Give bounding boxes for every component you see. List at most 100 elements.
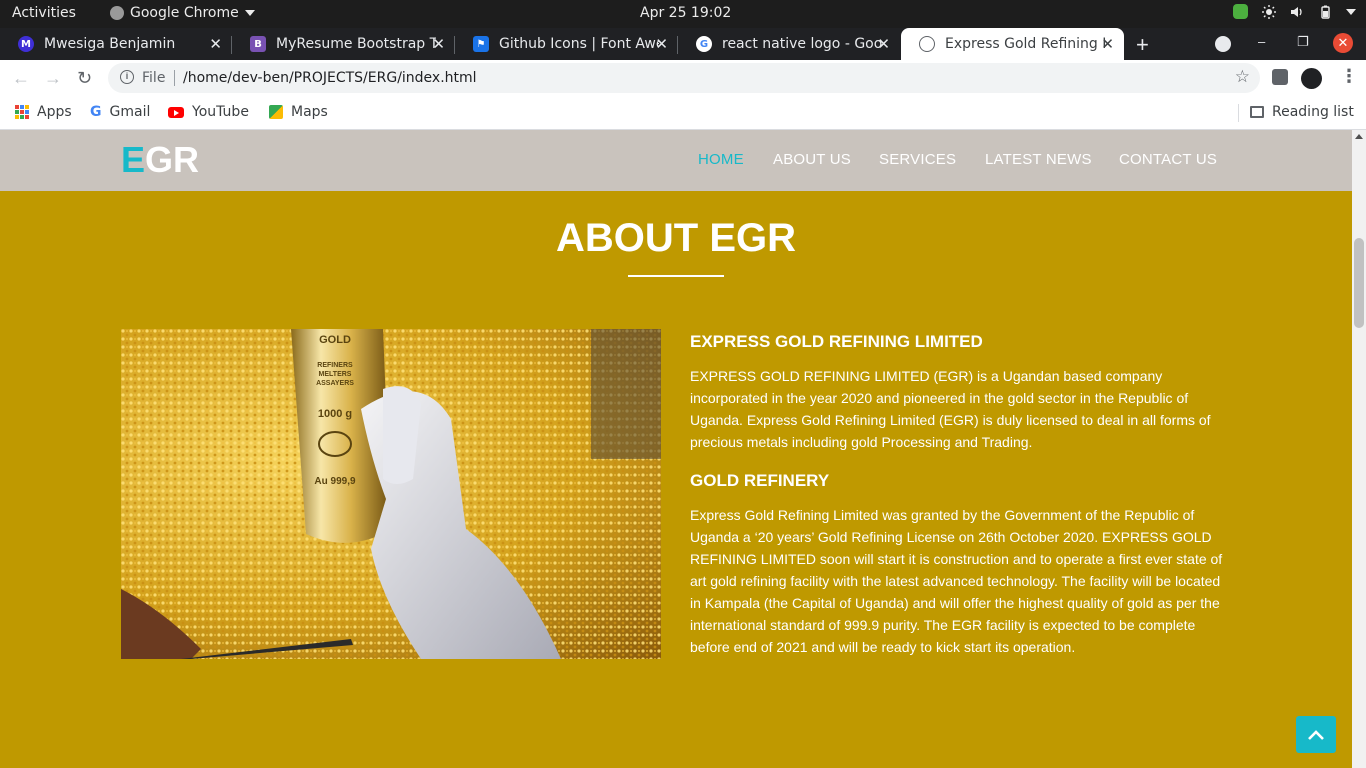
google-icon: G [696, 36, 712, 52]
bar-stamp-text: ASSAYERS [316, 380, 354, 387]
url-text[interactable]: /home/dev-ben/PROJECTS/ERG/index.html [183, 70, 477, 86]
close-icon[interactable]: ✕ [209, 35, 222, 53]
app-menu-label: Google Chrome [130, 5, 239, 21]
tab-title: Github Icons | Font Awe [499, 36, 659, 52]
nav-about-us[interactable]: ABOUT US [773, 151, 851, 168]
app-menu[interactable]: Google Chrome [110, 5, 255, 21]
nav-latest-news[interactable]: LATEST NEWS [985, 151, 1092, 168]
maps-icon [269, 105, 283, 119]
brightness-icon [1262, 4, 1276, 19]
paragraph-line: incorporated in the year 2020 and pionee… [690, 390, 1189, 406]
gold-bar-illustration: GOLD REFINERS MELTERS ASSAYERS 1000 g Au… [121, 329, 661, 659]
tab-express-gold-refining[interactable]: Express Gold Refining L ✕ [901, 28, 1124, 60]
site-navbar: EGR HOME ABOUT US SERVICES LATEST NEWS C… [0, 130, 1352, 191]
activities-button[interactable]: Activities [12, 5, 76, 21]
system-tray[interactable] [1233, 4, 1356, 19]
globe-icon [919, 36, 935, 52]
title-underline [628, 275, 724, 277]
google-icon: G [90, 104, 102, 120]
tab-title: Express Gold Refining L [945, 36, 1105, 52]
bar-stamp-text: Au 999,9 [314, 476, 356, 487]
system-top-bar: Activities Google Chrome Apr 25 19:02 [0, 0, 1366, 28]
tab-title: MyResume Bootstrap T [276, 36, 436, 52]
bookmark-label: Maps [291, 104, 328, 120]
reload-icon[interactable]: ↻ [77, 68, 92, 89]
site-logo[interactable]: EGR [121, 139, 199, 181]
window-close-button[interactable]: ✕ [1333, 33, 1353, 53]
bookmark-star-icon[interactable]: ☆ [1235, 67, 1250, 87]
bookmark-label: Gmail [109, 104, 151, 120]
bootstrap-icon: B [250, 36, 266, 52]
close-icon[interactable]: ✕ [1101, 35, 1114, 53]
page-scrollbar[interactable] [1352, 130, 1366, 768]
back-to-top-button[interactable] [1296, 716, 1336, 753]
close-icon[interactable]: ✕ [877, 35, 890, 53]
paragraph-line: before end of 2021 and will be ready to … [690, 639, 1076, 655]
scheme-label: File [142, 70, 166, 86]
reading-list-label: Reading list [1272, 104, 1354, 120]
bar-stamp-text: GOLD [319, 334, 351, 346]
close-icon[interactable]: ✕ [655, 35, 668, 53]
nav-home[interactable]: HOME [698, 151, 744, 168]
paragraph-line: precious metals including gold Processin… [690, 434, 1033, 450]
address-bar[interactable]: i File /home/dev-ben/PROJECTS/ERG/index.… [108, 63, 1260, 93]
tab-mwesiga-benjamin[interactable]: M Mwesiga Benjamin ✕ [0, 28, 232, 60]
bookmark-label: Apps [37, 104, 72, 120]
gold-bar-photo: GOLD REFINERS MELTERS ASSAYERS 1000 g Au… [121, 329, 661, 659]
info-icon[interactable]: i [120, 70, 134, 84]
restore-icon[interactable]: ❐ [1297, 34, 1309, 50]
nav-contact-us[interactable]: CONTACT US [1119, 151, 1217, 168]
chevron-up-icon [1308, 729, 1324, 740]
logo-letter-e: E [121, 139, 146, 180]
bookmark-apps[interactable]: Apps [15, 104, 72, 120]
youtube-icon [168, 106, 184, 118]
nav-services[interactable]: SERVICES [879, 151, 956, 168]
browser-toolbar: ← → ↻ i File /home/dev-ben/PROJECTS/ERG/… [0, 60, 1366, 96]
reading-list-button[interactable]: Reading list [1250, 104, 1354, 120]
bar-stamp-text: 1000 g [318, 408, 352, 420]
logo-letters-gr: GR [145, 139, 200, 180]
volume-icon [1291, 6, 1302, 17]
paragraph-line: Express Gold Refining Limited was grante… [690, 507, 1195, 523]
bookmark-gmail[interactable]: G Gmail [90, 104, 150, 120]
bar-stamp-text: REFINERS [317, 362, 353, 369]
extensions-puzzle-icon[interactable] [1272, 69, 1288, 85]
apps-grid-icon [15, 105, 29, 119]
paragraph-line: Uganda. Express Gold Refining Limited (E… [690, 412, 1211, 428]
profile-avatar[interactable] [1301, 68, 1322, 89]
chevron-down-icon [244, 10, 255, 16]
bookmark-label: YouTube [192, 104, 249, 120]
shield-icon[interactable] [1233, 4, 1248, 19]
section-title: ABOUT EGR [556, 216, 796, 260]
minimize-icon[interactable]: – [1258, 34, 1265, 49]
company-heading: EXPRESS GOLD REFINING LIMITED [690, 332, 983, 351]
scroll-up-arrow-icon[interactable] [1355, 134, 1363, 139]
chrome-icon [110, 6, 124, 20]
tab-title: react native logo - Goog [722, 36, 882, 52]
back-arrow-icon[interactable]: ← [12, 68, 30, 89]
refinery-heading: GOLD REFINERY [690, 471, 830, 490]
paragraph-line: EXPRESS GOLD REFINING LIMITED (EGR) is a… [690, 368, 1163, 384]
new-tab-button[interactable]: + [1136, 32, 1149, 58]
bookmarks-bar: Apps G Gmail YouTube Maps Reading list [0, 96, 1366, 130]
tab-github-icons[interactable]: ⚑ Github Icons | Font Awe ✕ [455, 28, 678, 60]
tab-strip: M Mwesiga Benjamin ✕ B MyResume Bootstra… [0, 28, 1366, 60]
flag-icon: ⚑ [473, 36, 489, 52]
bookmark-youtube[interactable]: YouTube [168, 104, 249, 120]
divider [1238, 104, 1239, 122]
paragraph-line: international standard of 999.9 purity. … [690, 617, 1196, 633]
clock[interactable]: Apr 25 19:02 [640, 5, 731, 21]
tab-myresume-bootstrap[interactable]: B MyResume Bootstrap T ✕ [232, 28, 455, 60]
tab-title: Mwesiga Benjamin [44, 36, 176, 52]
favicon-icon: M [18, 36, 34, 52]
close-icon[interactable]: ✕ [432, 35, 445, 53]
forward-arrow-icon[interactable]: → [44, 68, 62, 89]
paragraph-line: art gold refining facility with the late… [690, 573, 1221, 589]
paragraph-line: Uganda a ‘20 years’ Gold Refining Licens… [690, 529, 1212, 545]
tab-search-icon[interactable] [1215, 36, 1231, 52]
scrollbar-thumb[interactable] [1354, 238, 1364, 328]
tab-react-native-logo[interactable]: G react native logo - Goog ✕ [678, 28, 900, 60]
menu-kebab-icon[interactable]: ⋮ [1340, 66, 1358, 87]
bookmark-maps[interactable]: Maps [269, 104, 328, 120]
battery-icon [1321, 5, 1330, 19]
